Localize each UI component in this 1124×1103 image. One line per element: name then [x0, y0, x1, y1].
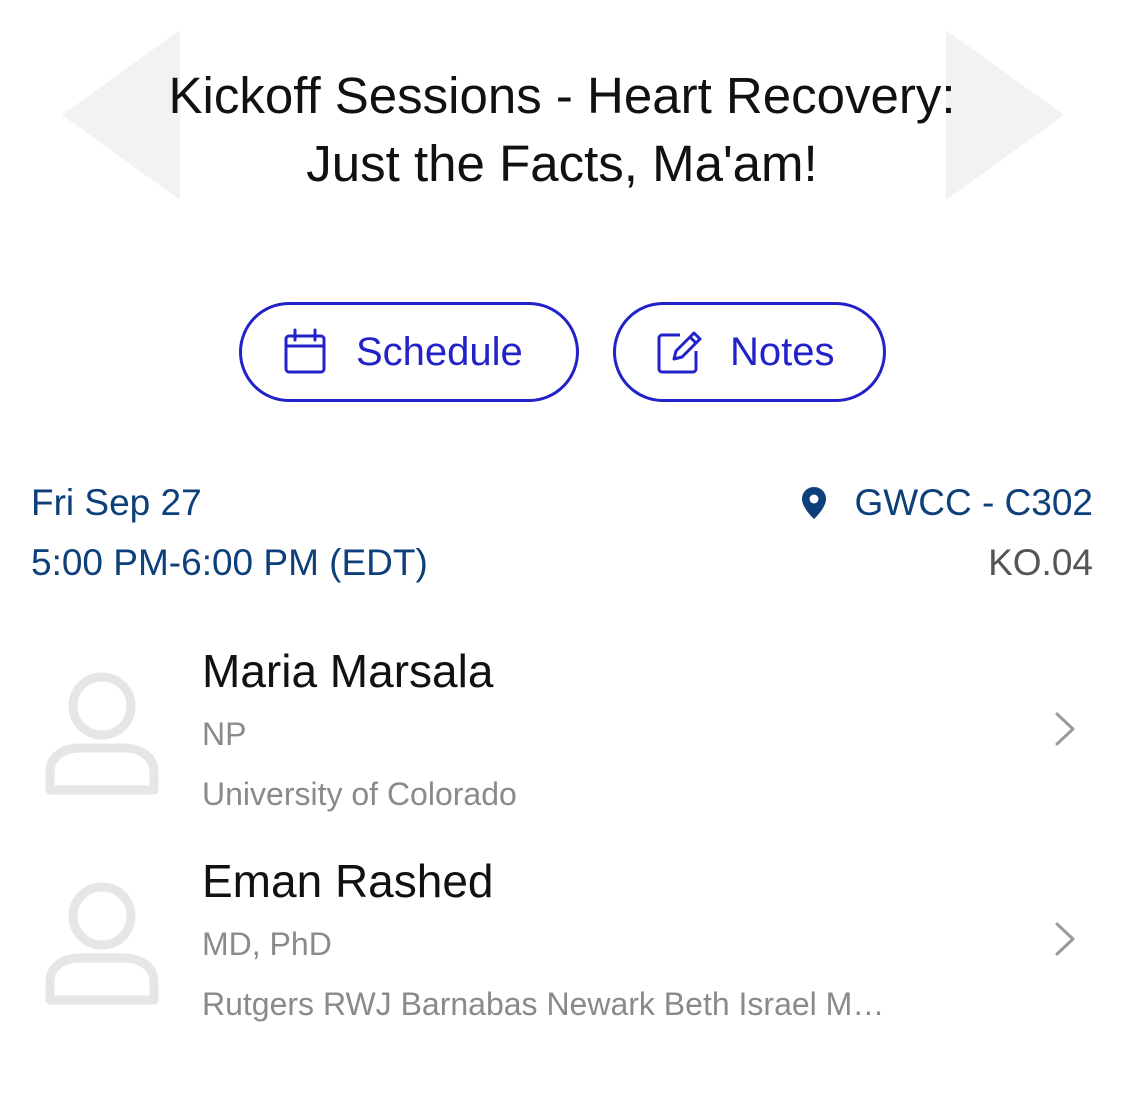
schedule-button[interactable]: Schedule	[239, 302, 579, 402]
edit-note-icon	[654, 327, 704, 377]
speaker-row[interactable]: Maria Marsala NP University of Colorado	[0, 636, 1124, 836]
session-title: Kickoff Sessions - Heart Recovery: Just …	[150, 62, 974, 198]
speaker-row[interactable]: Eman Rashed MD, PhD Rutgers RWJ Barnabas…	[0, 846, 1124, 1046]
map-pin-icon	[801, 486, 827, 520]
speaker-affiliation: University of Colorado	[202, 776, 517, 812]
session-title-line-1: Kickoff Sessions - Heart Recovery:	[168, 67, 956, 124]
chevron-right-icon	[1052, 710, 1078, 748]
calendar-icon	[280, 327, 330, 377]
speaker-affiliation: Rutgers RWJ Barnabas Newark Beth Israel …	[202, 986, 885, 1022]
person-placeholder-icon	[40, 870, 164, 1010]
session-title-line-2: Just the Facts, Ma'am!	[306, 135, 818, 192]
speaker-name: Maria Marsala	[202, 645, 494, 697]
location-label: GWCC - C302	[854, 482, 1093, 523]
session-code: KO.04	[988, 542, 1093, 583]
session-time: 5:00 PM-6:00 PM (EDT)	[31, 542, 428, 583]
chevron-right-icon	[1052, 920, 1078, 958]
person-placeholder-icon	[40, 660, 164, 800]
speaker-credential: MD, PhD	[202, 926, 332, 962]
speaker-credential: NP	[202, 716, 247, 752]
speaker-name: Eman Rashed	[202, 855, 494, 907]
session-date: Fri Sep 27	[31, 482, 202, 523]
schedule-button-label: Schedule	[356, 329, 523, 374]
session-location[interactable]: GWCC - C302	[801, 482, 1093, 524]
notes-button[interactable]: Notes	[613, 302, 886, 402]
notes-button-label: Notes	[730, 329, 835, 374]
